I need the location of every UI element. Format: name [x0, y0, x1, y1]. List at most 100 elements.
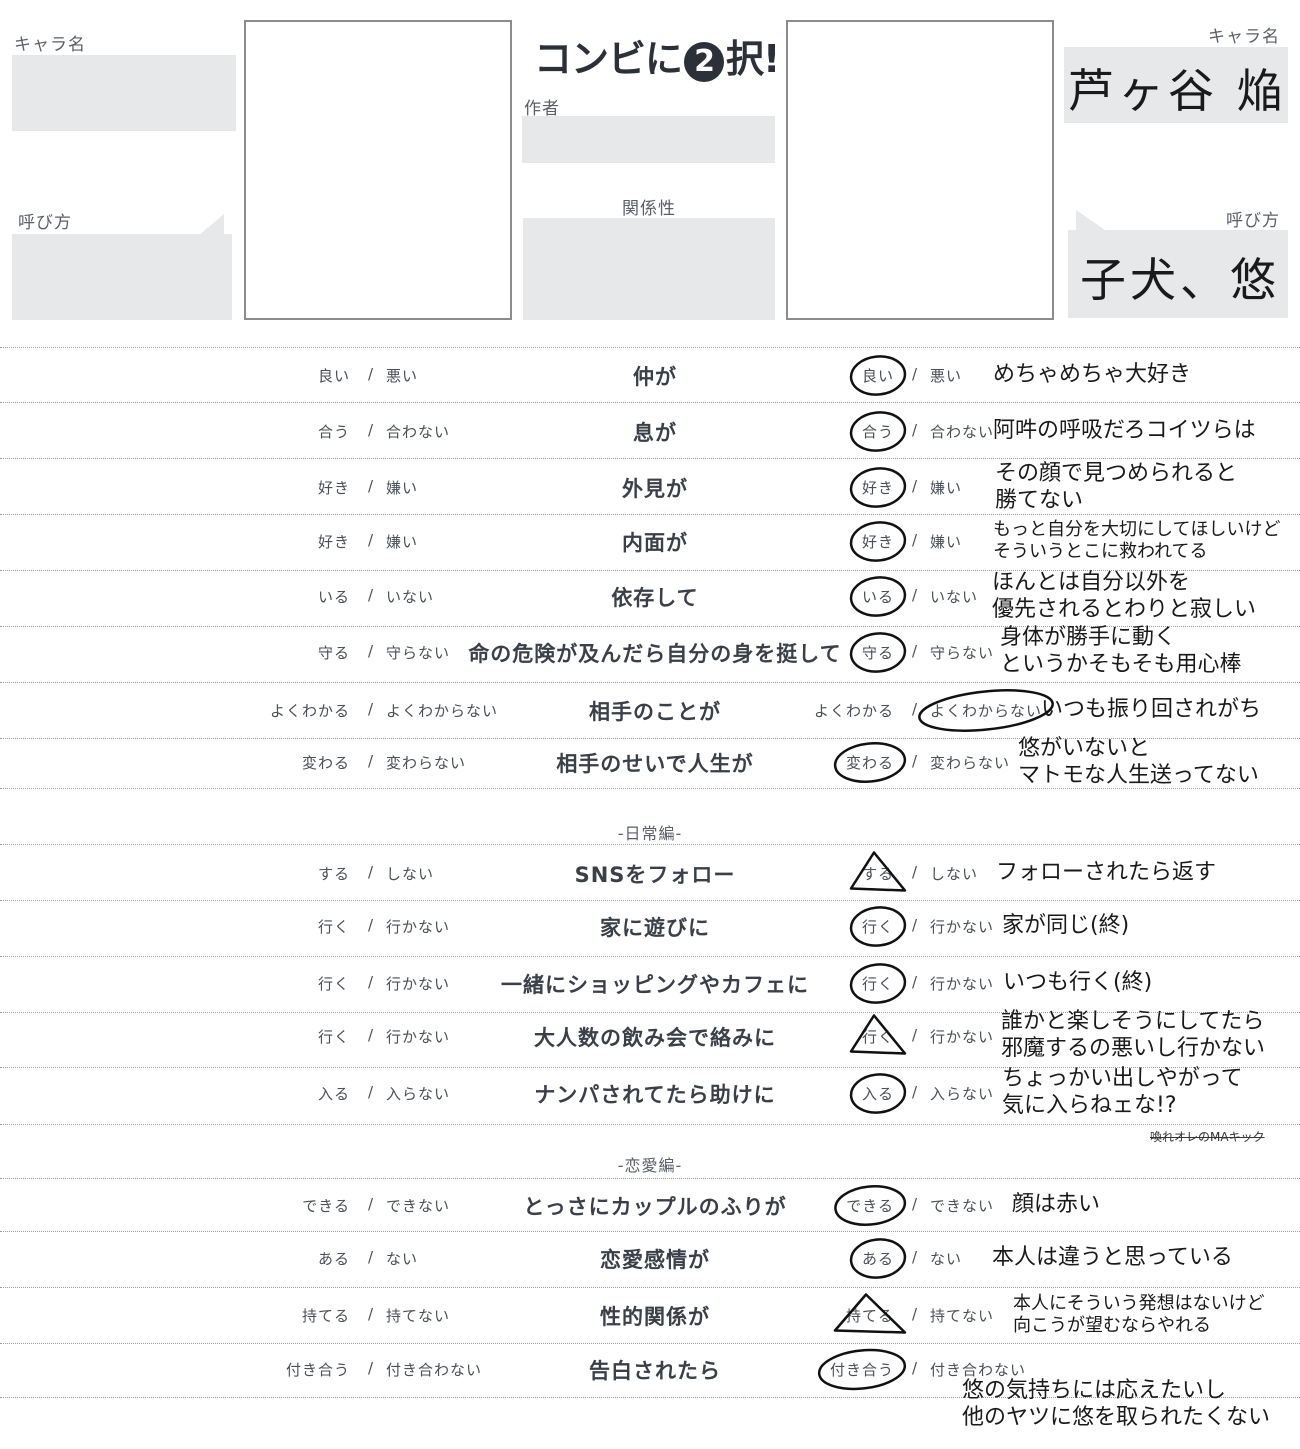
title-suffix: 択!: [726, 37, 780, 81]
row-slash-left: /: [368, 1305, 374, 1323]
row-answer-line: 家が同じ(終): [1002, 913, 1130, 938]
row-option-b-right[interactable]: 行かない: [930, 916, 994, 937]
row-option-b-left[interactable]: 行かない: [386, 1026, 450, 1047]
row-option-b-right[interactable]: 持てない: [930, 1305, 994, 1326]
row-option-a-left[interactable]: 行く: [318, 1026, 350, 1047]
row-option-b-left[interactable]: 合わない: [386, 421, 450, 442]
row-answer-line: 阿吽の呼吸だろコイツらは: [993, 418, 1256, 443]
row-option-a-right[interactable]: 好き: [862, 531, 894, 552]
page-title: コンビに 2 択!: [534, 28, 780, 83]
row-option-a-left[interactable]: 持てる: [302, 1305, 350, 1326]
row-option-a-left[interactable]: 合う: [318, 421, 350, 442]
row-divider: [0, 956, 1300, 957]
row-option-a-left[interactable]: 行く: [318, 916, 350, 937]
row-option-a-left[interactable]: いる: [318, 586, 350, 607]
row-option-a-left[interactable]: 変わる: [302, 752, 350, 773]
row-option-a-left[interactable]: ある: [318, 1248, 350, 1269]
row-answer-line: 気に入らねェな!?: [1002, 1093, 1177, 1118]
row-option-b-right[interactable]: いない: [930, 586, 978, 607]
row-question: 相手のせいで人生が: [556, 752, 754, 776]
row-option-a-right[interactable]: 合う: [862, 421, 894, 442]
row-option-b-right[interactable]: 嫌い: [930, 531, 962, 552]
right-call-field[interactable]: 子犬、悠: [1068, 230, 1288, 318]
row-option-b-left[interactable]: 嫌い: [386, 531, 418, 552]
row-question: 内面が: [622, 531, 688, 555]
row-option-a-left[interactable]: 入る: [318, 1083, 350, 1104]
row-option-b-right[interactable]: 悪い: [930, 365, 962, 386]
row-option-a-left[interactable]: する: [318, 863, 350, 884]
row-option-b-right[interactable]: よくわからない: [930, 700, 1042, 721]
row-option-a-left[interactable]: 付き合う: [286, 1359, 350, 1380]
row-divider: [0, 1343, 1300, 1344]
row-option-a-right[interactable]: 付き合う: [830, 1359, 894, 1380]
row-answer-line: ちょっかい出しやがって: [1002, 1066, 1243, 1091]
row-option-b-right[interactable]: 行かない: [930, 1026, 994, 1047]
author-field[interactable]: [522, 116, 775, 163]
row-divider: [0, 1178, 1300, 1179]
row-option-b-left[interactable]: しない: [386, 863, 434, 884]
row-option-b-right[interactable]: 守らない: [930, 642, 994, 663]
row-slash-left: /: [368, 973, 374, 991]
row-option-b-left[interactable]: できない: [386, 1195, 450, 1216]
relation-label: 関係性: [622, 199, 676, 219]
right-character-image-frame[interactable]: [786, 20, 1054, 320]
row-option-a-right[interactable]: よくわかる: [814, 700, 894, 721]
row-question: 家に遊びに: [600, 916, 710, 940]
row-option-b-left[interactable]: 守らない: [386, 642, 450, 663]
row-option-b-left[interactable]: 悪い: [386, 365, 418, 386]
row-option-b-right[interactable]: 変わらない: [930, 752, 1010, 773]
row-option-b-right[interactable]: しない: [930, 863, 978, 884]
left-name-field[interactable]: [12, 55, 236, 131]
row-option-a-right[interactable]: 行く: [862, 973, 894, 994]
row-option-a-right[interactable]: 持てる: [846, 1305, 894, 1326]
row-option-b-left[interactable]: 行かない: [386, 973, 450, 994]
row-option-a-left[interactable]: 守る: [318, 642, 350, 663]
row-slash-right: /: [912, 973, 918, 991]
row-answer-line: いつも行く(終): [1003, 970, 1153, 995]
row-option-b-left[interactable]: 行かない: [386, 916, 450, 937]
row-option-b-left[interactable]: いない: [386, 586, 434, 607]
row-question: ナンパされてたら助けに: [534, 1083, 776, 1107]
row-option-a-right[interactable]: 入る: [862, 1083, 894, 1104]
right-name-field[interactable]: 芦ヶ谷 焔: [1064, 47, 1288, 123]
row-option-b-left[interactable]: 変わらない: [386, 752, 466, 773]
row-option-a-left[interactable]: 好き: [318, 477, 350, 498]
row-option-a-right[interactable]: いる: [862, 586, 894, 607]
row-option-a-right[interactable]: 変わる: [846, 752, 894, 773]
row-slash-left: /: [368, 1083, 374, 1101]
row-option-a-right[interactable]: 良い: [862, 365, 894, 386]
row-option-b-right[interactable]: 合わない: [930, 421, 994, 442]
row-option-b-left[interactable]: 入らない: [386, 1083, 450, 1104]
row-answer-line: その顔で見つめられると: [995, 461, 1238, 486]
row-option-a-left[interactable]: 良い: [318, 365, 350, 386]
row-option-b-right[interactable]: 入らない: [930, 1083, 994, 1104]
row-divider: [0, 682, 1300, 683]
row-option-b-right[interactable]: 嫌い: [930, 477, 962, 498]
row-option-a-right[interactable]: できる: [846, 1195, 894, 1216]
row-option-a-right[interactable]: 行く: [862, 1026, 894, 1047]
row-option-a-right[interactable]: 行く: [862, 916, 894, 937]
row-answer-line: めちゃめちゃ大好き: [993, 362, 1192, 387]
row-slash-left: /: [368, 1026, 374, 1044]
row-slash-left: /: [368, 916, 374, 934]
row-option-a-right[interactable]: ある: [862, 1248, 894, 1269]
row-option-b-right[interactable]: 行かない: [930, 973, 994, 994]
row-option-a-left[interactable]: できる: [302, 1195, 350, 1216]
row-slash-right: /: [912, 365, 918, 383]
row-option-b-left[interactable]: ない: [386, 1248, 418, 1269]
row-option-b-right[interactable]: ない: [930, 1248, 962, 1269]
left-character-image-frame[interactable]: [244, 20, 512, 320]
row-option-a-right[interactable]: する: [862, 863, 894, 884]
row-option-a-right[interactable]: 守る: [862, 642, 894, 663]
row-option-a-right[interactable]: 好き: [862, 477, 894, 498]
row-option-a-left[interactable]: 好き: [318, 531, 350, 552]
left-call-field[interactable]: [12, 234, 232, 320]
row-option-a-left[interactable]: よくわかる: [270, 700, 350, 721]
row-option-b-right[interactable]: できない: [930, 1195, 994, 1216]
row-option-a-left[interactable]: 行く: [318, 973, 350, 994]
row-option-b-left[interactable]: 嫌い: [386, 477, 418, 498]
relation-field[interactable]: [523, 218, 775, 320]
row-slash-left: /: [368, 1359, 374, 1377]
row-option-b-left[interactable]: 持てない: [386, 1305, 450, 1326]
row-slash-left: /: [368, 700, 374, 718]
